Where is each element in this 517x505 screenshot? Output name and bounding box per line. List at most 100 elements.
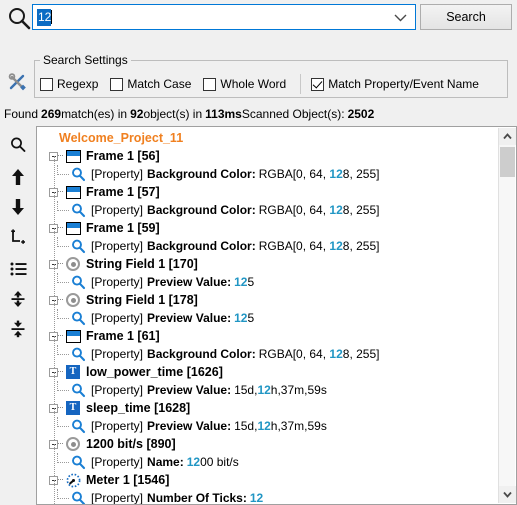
tree-connector [57, 237, 69, 247]
tree-connector [57, 381, 69, 391]
checkbox-whole-word[interactable]: Whole Word [203, 77, 286, 91]
previous-match-button[interactable] [6, 165, 30, 189]
search-input[interactable]: 12 [32, 4, 416, 30]
value-text: h,37m,59s [270, 419, 327, 433]
text-icon: T [65, 364, 81, 380]
search-result-icon [70, 238, 86, 254]
tree-property-row[interactable]: [Property] Name: 1200 bit/s [57, 453, 239, 471]
tree-object-row[interactable]: Tlow_power_time [1626] [49, 363, 223, 381]
status-match-count: 269 [41, 107, 62, 121]
tree-property-row[interactable]: [Property] Background Color: RGBA[0, 64, 1… [57, 345, 379, 363]
scrollbar-thumb[interactable] [500, 147, 515, 177]
tree-property-value: 1200 bit/s [187, 455, 239, 469]
tree-property-row[interactable]: [Property] Background Color: RGBA[0, 64, 1… [57, 237, 379, 255]
checkbox-regexp-box[interactable] [40, 77, 53, 91]
tree-object-label: Meter 1 [1546] [86, 473, 170, 487]
tree-property-row[interactable]: [Property] Preview Value: 125 [57, 273, 254, 291]
tree-object-row[interactable]: Frame 1 [59] [49, 219, 160, 237]
tree-object-row[interactable]: Meter 1 [1546] [49, 471, 169, 489]
status-scanned-label: Scanned Object(s): [241, 107, 345, 121]
checkbox-whole-word-box[interactable] [203, 77, 217, 91]
search-result-icon [70, 310, 86, 326]
tree-object-label: Frame 1 [59] [86, 221, 160, 235]
tree-property-row[interactable]: [Property] Preview Value: 15d,12h,37m,59s [57, 381, 327, 399]
meter-icon [65, 472, 81, 488]
tree-property-row[interactable]: [Property] Background Color: RGBA[0, 64, 1… [57, 165, 379, 183]
tree-connector [57, 345, 69, 355]
add-node-button[interactable] [6, 225, 30, 249]
divider [300, 74, 302, 94]
tree-property-row[interactable]: [Property] Number Of Ticks: 12 [57, 489, 263, 504]
expand-all-button[interactable] [6, 287, 30, 311]
next-match-button[interactable] [6, 195, 30, 219]
status-elapsed: 113ms [205, 107, 242, 121]
search-results-panel: 12 Search Search Settings Regexp Match C… [0, 0, 517, 505]
checkbox-match-property-event-name-box[interactable] [311, 77, 325, 91]
tree-object-row[interactable]: String Field 1 [170] [49, 255, 198, 273]
tree-connector [58, 227, 63, 229]
tree-object-row[interactable]: String Field 1 [178] [49, 291, 198, 309]
status-found-label: Found [4, 107, 39, 121]
search-result-icon [70, 166, 86, 182]
tree-object-label: Frame 1 [57] [86, 185, 160, 199]
tree-object-row[interactable]: Tsleep_time [1628] [49, 399, 190, 417]
tree-connector [58, 335, 63, 337]
tree-object-row[interactable]: Frame 1 [57] [49, 183, 160, 201]
tree-object-label: Frame 1 [56] [86, 149, 160, 163]
collapse-all-button[interactable] [6, 317, 30, 341]
tree-property-value: 15d,12h,37m,59s [234, 419, 327, 433]
checkbox-match-case[interactable]: Match Case [110, 77, 191, 91]
tree-property-row[interactable]: [Property] Preview Value: 125 [57, 309, 254, 327]
tree-property-tag: [Property] [91, 311, 144, 325]
tree-object-row[interactable]: Frame 1 [56] [49, 147, 160, 165]
results-tree-body: Welcome_Project_11 Frame 1 [56] [Property]… [37, 127, 500, 504]
tree-property-tag: [Property] [91, 203, 144, 217]
search-settings-title: Search Settings [40, 53, 131, 67]
tools-icon[interactable] [6, 70, 30, 94]
value-text: 15d, [234, 383, 258, 397]
checkbox-whole-word-label: Whole Word [220, 77, 287, 91]
tree-root-item[interactable]: Welcome_Project_11 [59, 129, 183, 147]
tree-connector [58, 479, 63, 481]
tree-property-key: Background Color: [147, 203, 256, 217]
match-highlight: 12 [329, 239, 343, 253]
vertical-scrollbar[interactable] [498, 128, 516, 503]
search-settings-options: Regexp Match Case Whole Word Match Prope… [40, 74, 491, 94]
tree-object-label: sleep_time [1628] [86, 401, 191, 415]
results-tree[interactable]: Welcome_Project_11 Frame 1 [56] [Property]… [36, 126, 517, 505]
search-status: Found 269 match(es) in 92 object(s) in 1… [4, 105, 374, 123]
search-bar: 12 Search [0, 0, 517, 40]
checkbox-match-case-box[interactable] [110, 77, 124, 91]
tree-property-value: RGBA[0, 64, 128, 255] [259, 167, 380, 181]
tree-object-row[interactable]: Frame 1 [61] [49, 327, 160, 345]
scroll-down-button[interactable] [499, 486, 516, 503]
tree-property-row[interactable]: [Property] Background Color: RGBA[0, 64, 1… [57, 201, 379, 219]
tree-root-label: Welcome_Project_11 [59, 131, 184, 145]
tree-property-tag: [Property] [91, 167, 144, 181]
find-button[interactable] [6, 133, 30, 157]
value-text: 8, 255] [342, 167, 380, 181]
checkbox-match-property-event-name-label: Match Property/Event Name [328, 77, 479, 91]
tree-connector [58, 299, 63, 301]
value-text: 8, 255] [342, 203, 380, 217]
tree-property-value: RGBA[0, 64, 128, 255] [259, 347, 380, 361]
list-view-button[interactable] [6, 257, 30, 281]
frame-icon [65, 148, 81, 164]
scroll-up-button[interactable] [499, 128, 516, 145]
search-result-icon [70, 382, 86, 398]
tree-object-row[interactable]: 1200 bit/s [890] [49, 435, 176, 453]
tree-property-row[interactable]: [Property] Preview Value: 15d,12h,37m,59s [57, 417, 327, 435]
frame-icon [65, 184, 81, 200]
search-button[interactable]: Search [420, 4, 512, 30]
tree-property-value: 125 [234, 275, 254, 289]
match-highlight: 12 [186, 455, 201, 469]
tree-property-value: 15d,12h,37m,59s [234, 383, 327, 397]
text-caret [51, 10, 53, 24]
frame-icon [65, 328, 81, 344]
checkbox-match-property-event-name[interactable]: Match Property/Event Name [311, 77, 479, 91]
checkbox-regexp[interactable]: Regexp [40, 77, 98, 91]
chevron-down-icon[interactable] [391, 5, 409, 29]
status-scanned-count: 2502 [347, 107, 375, 121]
tree-property-tag: [Property] [91, 239, 144, 253]
match-highlight: 12 [329, 347, 343, 361]
